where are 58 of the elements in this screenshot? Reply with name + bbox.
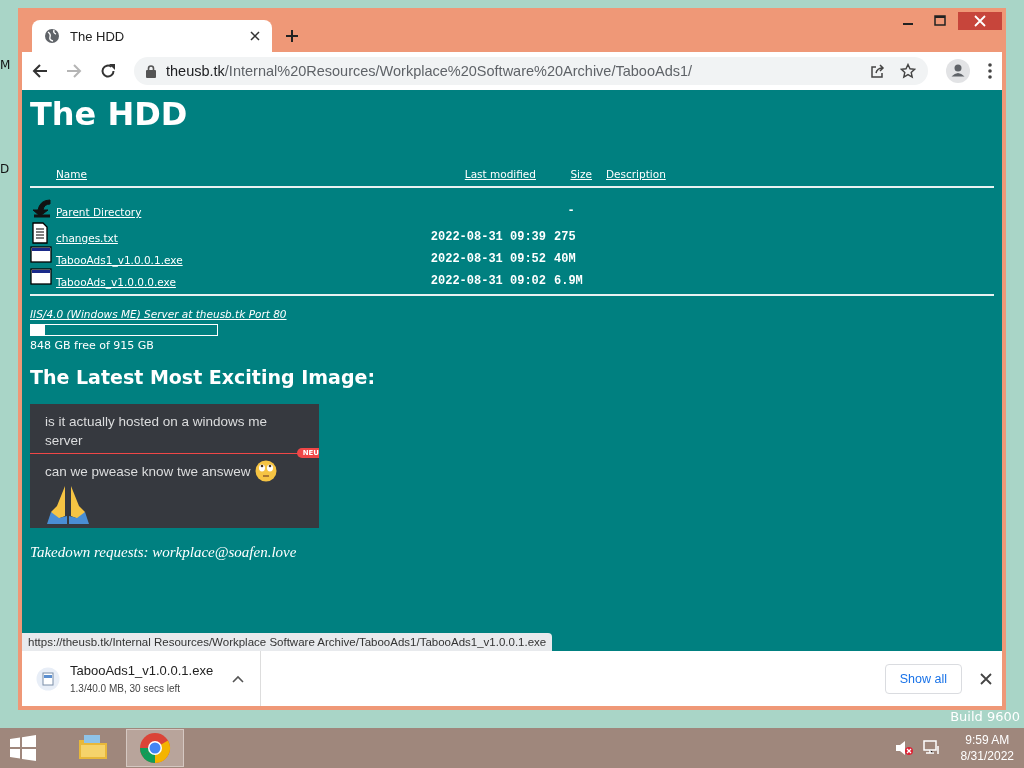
takedown-text: Takedown requests: workplace@soafen.love <box>30 544 298 561</box>
file-size: 275 <box>553 230 576 244</box>
praying-hands-icon <box>45 484 91 524</box>
file-size: 40M <box>553 252 576 266</box>
file-link[interactable]: Parent Directory <box>56 206 142 218</box>
modified-date: 2022-08-31 09:02 <box>430 274 546 288</box>
close-icon[interactable] <box>250 31 260 41</box>
clock-date[interactable]: 8/31/2022 <box>960 748 1014 764</box>
star-icon[interactable] <box>900 63 916 79</box>
file-size: - <box>567 204 575 218</box>
back-arrow-icon <box>30 196 52 218</box>
plus-icon[interactable] <box>286 30 298 42</box>
lock-icon <box>146 64 156 78</box>
speaker-muted-icon[interactable] <box>894 740 913 756</box>
download-file-icon <box>36 666 60 691</box>
show-all-button[interactable]: Show all <box>884 663 962 694</box>
emoji-face-icon <box>254 460 277 482</box>
column-header-link[interactable]: Description <box>606 168 994 180</box>
reload-icon[interactable] <box>100 63 116 79</box>
file-link[interactable]: changes.txt <box>56 232 118 244</box>
download-item[interactable]: TabooAds1_v1.0.0.1.exe 1.3/40.0 MB, 30 secs left <box>36 651 261 706</box>
server-link[interactable]: IIS/4.0 (Windows ME) Server at theusb.tk Port 80 <box>30 308 287 320</box>
close-icon[interactable] <box>980 672 992 685</box>
profile-icon[interactable] <box>946 59 970 83</box>
desktop-icon-label[interactable]: M <box>0 58 11 72</box>
download-filename: TabooAds1_v1.0.0.1.exe <box>70 663 215 678</box>
chevron-up-icon[interactable] <box>232 674 244 683</box>
globe-icon <box>44 28 60 44</box>
browser-tab[interactable]: The HDD <box>32 20 272 52</box>
program-file-icon <box>30 266 52 288</box>
file-link[interactable]: TabooAds_v1.0.0.0.exe <box>56 276 176 288</box>
page-heading: The HDD <box>30 94 189 134</box>
section-heading: The Latest Most Exciting Image: <box>30 366 376 388</box>
back-icon[interactable] <box>32 63 48 79</box>
program-file-icon <box>30 244 52 266</box>
download-progress-text: 1.3/40.0 MB, 30 secs left <box>70 683 182 694</box>
chat-message: is it actually hosted on a windows me server <box>45 413 269 450</box>
address-bar[interactable]: theusb.tk/Internal%20Resources/Workplace%20Software%20Archive/TabooAds1/ <box>134 57 928 85</box>
status-url-tooltip: https://theusb.tk/Internal Resources/Workplace Software Archive/TabooAds1/TabooAds1_v1.0.0.1.exe <box>22 633 553 651</box>
network-icon[interactable] <box>922 740 941 756</box>
share-icon[interactable] <box>870 63 886 79</box>
windows-logo-icon[interactable] <box>10 735 36 761</box>
build-text: Build 9600 <box>950 709 1020 725</box>
url-text: theusb.tk/Internal%20Resources/Workplace%20Software%20Archive/TabooAds1/ <box>166 63 694 79</box>
modified-date: 2022-08-31 09:52 <box>430 252 546 266</box>
taskbar-app-button[interactable] <box>126 729 184 767</box>
clock-time[interactable]: 9:59 AM <box>965 732 1010 748</box>
chat-message: can we pwease know twe answew <box>45 462 251 481</box>
disk-space-text: 848 GB free of 915 GB <box>30 339 155 352</box>
chrome-icon <box>138 731 172 765</box>
column-header-link[interactable]: Last modified <box>464 168 536 180</box>
file-size: 6.9M <box>553 274 583 288</box>
column-header-link[interactable]: Name <box>56 168 356 180</box>
modified-date: 2022-08-31 09:39 <box>430 230 546 244</box>
file-link[interactable]: TabooAds1_v1.0.0.1.exe <box>56 254 183 266</box>
desktop-icon-label[interactable]: D <box>0 162 10 176</box>
more-menu-icon[interactable] <box>988 63 992 79</box>
column-header-link[interactable]: Size <box>570 168 592 180</box>
